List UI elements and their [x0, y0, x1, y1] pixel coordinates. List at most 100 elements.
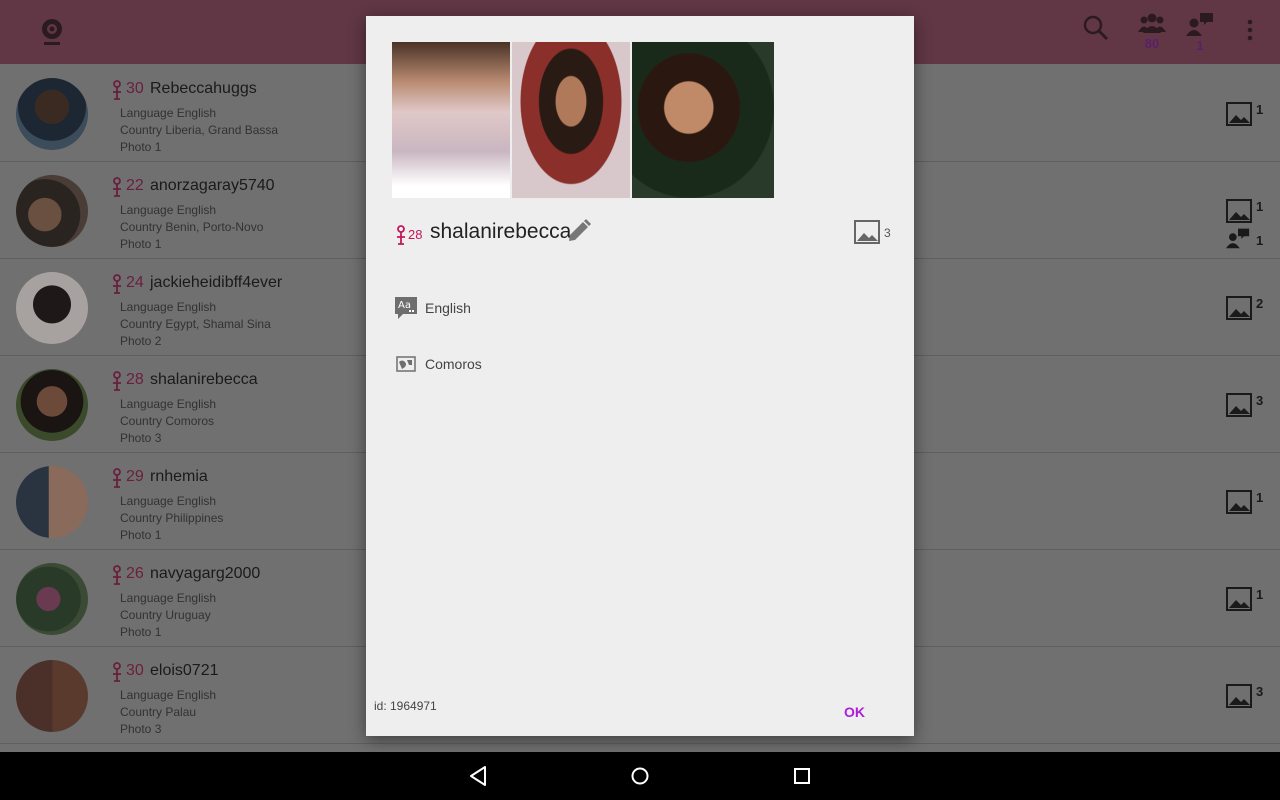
female-icon [113, 565, 121, 585]
age: 30 [126, 662, 144, 679]
photo-icon [1226, 587, 1252, 611]
profile-country: Comoros [425, 356, 482, 372]
language-text: Language English [120, 397, 217, 411]
system-nav-bar [0, 752, 1280, 800]
chat-count: 1 [1256, 233, 1264, 248]
female-icon [113, 662, 121, 682]
profile-photo[interactable] [392, 42, 510, 198]
female-icon [113, 80, 121, 100]
avatar [16, 563, 88, 635]
profile-id: id: 1964971 [374, 699, 437, 713]
overflow-menu-button[interactable] [1236, 18, 1264, 62]
photo-count: 1 [1256, 490, 1264, 505]
home-icon[interactable] [628, 764, 652, 788]
photo-icon [1226, 199, 1252, 223]
group-icon [1138, 13, 1166, 33]
country-text: Country Comoros [120, 414, 215, 428]
messages-button[interactable]: 1 [1180, 12, 1220, 56]
language-row: Aa English [394, 296, 471, 320]
language-text: Language English [120, 688, 217, 702]
photo-icon [1226, 102, 1252, 126]
country-row: Comoros [394, 352, 482, 376]
search-button[interactable] [1076, 14, 1116, 58]
username: navyagarg2000 [150, 565, 261, 582]
age: 28 [126, 371, 144, 388]
username: jackieheidibff4ever [150, 274, 283, 291]
profile-age: 28 [408, 227, 423, 242]
photo-count: 2 [1256, 296, 1264, 311]
female-icon [113, 468, 121, 488]
age: 30 [126, 80, 144, 97]
female-icon [397, 225, 405, 245]
profile-photo-count: 3 [884, 226, 891, 240]
photo-count: 3 [1256, 393, 1264, 408]
photo-count: 3 [1256, 684, 1264, 699]
photo-strip [392, 42, 774, 198]
photo-text: Photo 1 [120, 140, 162, 154]
age: 29 [126, 468, 144, 485]
online-count: 80 [1144, 36, 1160, 51]
language-text: Language English [120, 494, 217, 508]
svg-text:Aa: Aa [398, 300, 411, 311]
language-text: Language English [120, 300, 217, 314]
recents-icon[interactable] [790, 764, 814, 788]
avatar [16, 175, 88, 247]
search-icon [1083, 15, 1109, 41]
photo-text: Photo 1 [120, 528, 162, 542]
profile-dialog: 28 shalanirebecca 3 Aa English Comoros i… [366, 16, 914, 736]
ok-button[interactable]: OK [844, 704, 865, 720]
female-icon [113, 371, 121, 391]
country-text: Country Uruguay [120, 608, 211, 622]
map-icon [396, 356, 416, 372]
photo-icon [1226, 296, 1252, 320]
online-users-button[interactable]: 80 [1132, 12, 1172, 56]
profile-photo[interactable] [632, 42, 774, 198]
age: 22 [126, 177, 144, 194]
photo-icon [1226, 684, 1252, 708]
country-text: Country Liberia, Grand Bassa [120, 123, 279, 137]
photo-icon [1226, 393, 1252, 417]
profile-photo[interactable] [512, 42, 630, 198]
photo-icon [1226, 490, 1252, 514]
female-icon [113, 177, 121, 197]
avatar [16, 78, 88, 150]
avatar [16, 466, 88, 538]
chat-person-icon [1186, 13, 1213, 36]
age: 26 [126, 565, 144, 582]
more-vert-icon [1247, 19, 1253, 41]
language-text: Language English [120, 203, 217, 217]
photo-text: Photo 1 [120, 625, 162, 639]
photo-text: Photo 2 [120, 334, 162, 348]
edit-icon[interactable] [566, 218, 592, 244]
photo-count: 1 [1256, 102, 1264, 117]
photo-icon [854, 220, 880, 244]
language-icon: Aa [395, 297, 417, 319]
photo-text: Photo 3 [120, 722, 162, 736]
country-text: Country Palau [120, 705, 197, 719]
photo-text: Photo 1 [120, 237, 162, 251]
username: anorzagaray5740 [150, 177, 275, 194]
back-icon[interactable] [466, 764, 490, 788]
age: 24 [126, 274, 144, 291]
username: shalanirebecca [150, 371, 258, 388]
avatar [16, 272, 88, 344]
photo-count: 1 [1256, 199, 1264, 214]
country-text: Country Egypt, Shamal Sina [120, 317, 271, 331]
messages-count: 1 [1196, 38, 1204, 53]
female-icon [113, 274, 121, 294]
username: Rebeccahuggs [150, 80, 257, 97]
language-text: Language English [120, 106, 217, 120]
country-text: Country Philippines [120, 511, 224, 525]
avatar [16, 660, 88, 732]
username: rnhemia [150, 468, 208, 485]
webcam-icon[interactable] [36, 18, 68, 46]
username: elois0721 [150, 662, 219, 679]
photo-count: 1 [1256, 587, 1264, 602]
chat-person-icon [1226, 228, 1250, 249]
photo-text: Photo 3 [120, 431, 162, 445]
avatar [16, 369, 88, 441]
profile-username: shalanirebecca [430, 220, 572, 243]
country-text: Country Benin, Porto-Novo [120, 220, 264, 234]
language-text: Language English [120, 591, 217, 605]
profile-language: English [425, 300, 471, 316]
